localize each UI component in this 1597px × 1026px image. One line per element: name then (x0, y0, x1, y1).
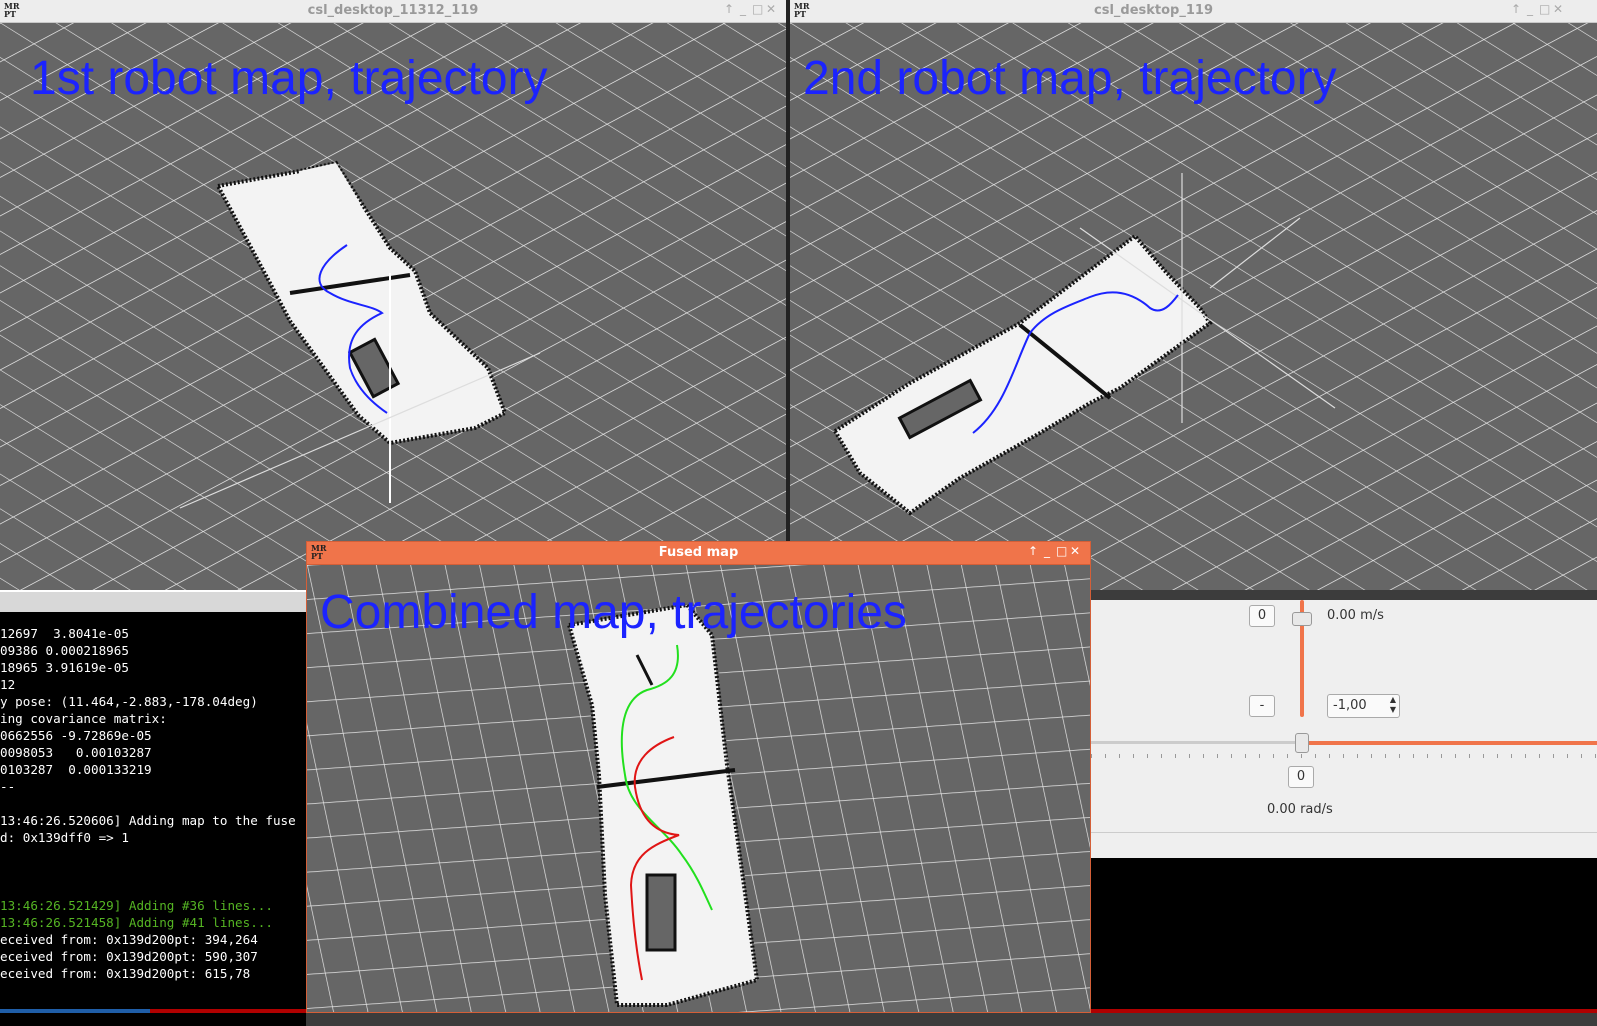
linear-speed-label: 0.00 m/s (1327, 608, 1384, 623)
maximize-icon[interactable]: □ (752, 2, 766, 16)
fused-caption: Combined map, trajectories (320, 586, 907, 639)
robot1-scene-svg (0, 23, 786, 590)
robot1-caption: 1st robot map, trajectory (30, 52, 548, 105)
terminal-line: 18965 3.91619e-05 (0, 660, 129, 675)
terminal-line: -- (0, 779, 16, 794)
terminal-line: d: 0x139dff0 => 1 (0, 830, 129, 845)
robot1-3d-view[interactable]: 1st robot map, trajectory (0, 23, 786, 590)
taskbar-strip-active (0, 1009, 150, 1013)
window-bottom-strip (0, 590, 306, 614)
window-title: Fused map (658, 545, 739, 560)
window-title: csl_desktop_119 (1094, 3, 1213, 18)
close-icon[interactable]: ✕ (1553, 2, 1567, 16)
angular-ticks (1091, 754, 1597, 758)
linear-slider-handle[interactable] (1292, 612, 1312, 626)
robot1-window: MR PT csl_desktop_11312_119 ↑ _ □✕ 1st robo… (0, 0, 786, 590)
teleop-panel: 0 0.00 m/s - -1,00 ▲ ▼ 0 0.00 rad/s (1091, 600, 1597, 858)
minimize-icon[interactable]: _ (1525, 2, 1539, 16)
terminal-line: 13:46:26.521429] Adding #36 lines... (0, 898, 273, 913)
angular-slider-fill (1301, 741, 1597, 745)
angular-slider-handle[interactable] (1295, 733, 1309, 753)
pin-icon[interactable]: ↑ (1028, 544, 1042, 558)
terminal-output[interactable]: 12697 3.8041e-05 09386 0.000218965 18965 3… (0, 612, 306, 1026)
terminal-right (1091, 858, 1597, 1009)
robot2-window: MR PT csl_desktop_119 ↑ _ □✕ 2nd robot map,… (790, 0, 1597, 590)
linear-velocity-box[interactable]: 0 (1249, 605, 1275, 627)
robot2-scene-svg (790, 23, 1597, 590)
terminal-line: 09386 0.000218965 (0, 643, 129, 658)
terminal-line: y pose: (11.464,-2.883,-178.04deg) (0, 694, 258, 709)
angular-speed-label: 0.00 rad/s (1267, 802, 1333, 817)
robot2-caption: 2nd robot map, trajectory (803, 52, 1337, 105)
terminal-line: eceived from: 0x139d200pt: 590,307 (0, 949, 258, 964)
maximize-icon[interactable]: □ (1056, 544, 1070, 558)
terminal-line: 0098053 0.00103287 (0, 745, 152, 760)
terminal-line: 13:46:26.521458] Adding #41 lines... (0, 915, 273, 930)
fused-map-window: MR PT Fused map ↑ _ □✕ Combined map, trajec… (306, 541, 1091, 1013)
terminal-line: eceived from: 0x139d200pt: 615,78 (0, 966, 251, 981)
angular-velocity-box[interactable]: 0 (1288, 766, 1314, 788)
maximize-icon[interactable]: □ (1539, 2, 1553, 16)
linear-minus-button[interactable]: - (1249, 695, 1275, 717)
scale-value: -1,00 (1333, 698, 1367, 713)
terminal-line: ing covariance matrix: (0, 711, 167, 726)
spin-arrows-icon[interactable]: ▲ ▼ (1390, 695, 1396, 715)
window-title: csl_desktop_11312_119 (307, 3, 479, 18)
terminal-line: 12 (0, 677, 16, 692)
fused-3d-view[interactable]: Combined map, trajectories (307, 565, 1090, 1012)
close-icon[interactable]: ✕ (766, 2, 780, 16)
terminal-line: eceived from: 0x139d200pt: 394,264 (0, 932, 258, 947)
terminal-line: 0662556 -9.72869e-05 (0, 728, 152, 743)
pin-icon[interactable]: ↑ (724, 2, 738, 16)
terminal-line: 12697 3.8041e-05 (0, 626, 129, 641)
panel-separator (1091, 832, 1597, 833)
minimize-icon[interactable]: _ (738, 2, 752, 16)
close-icon[interactable]: ✕ (1070, 544, 1084, 558)
robot2-3d-view[interactable]: 2nd robot map, trajectory (790, 23, 1597, 590)
pin-icon[interactable]: ↑ (1511, 2, 1525, 16)
terminal-line: 0103287 0.000133219 (0, 762, 152, 777)
scale-spinbox[interactable]: -1,00 ▲ ▼ (1327, 694, 1400, 718)
robot2-titlebar[interactable]: MR PT csl_desktop_119 ↑ _ □✕ (790, 0, 1597, 23)
fused-titlebar[interactable]: MR PT Fused map ↑ _ □✕ (307, 542, 1090, 565)
terminal-line: 13:46:26.520606] Adding map to the fuse (0, 813, 296, 828)
minimize-icon[interactable]: _ (1042, 544, 1056, 558)
robot1-titlebar[interactable]: MR PT csl_desktop_11312_119 ↑ _ □✕ (0, 0, 786, 23)
